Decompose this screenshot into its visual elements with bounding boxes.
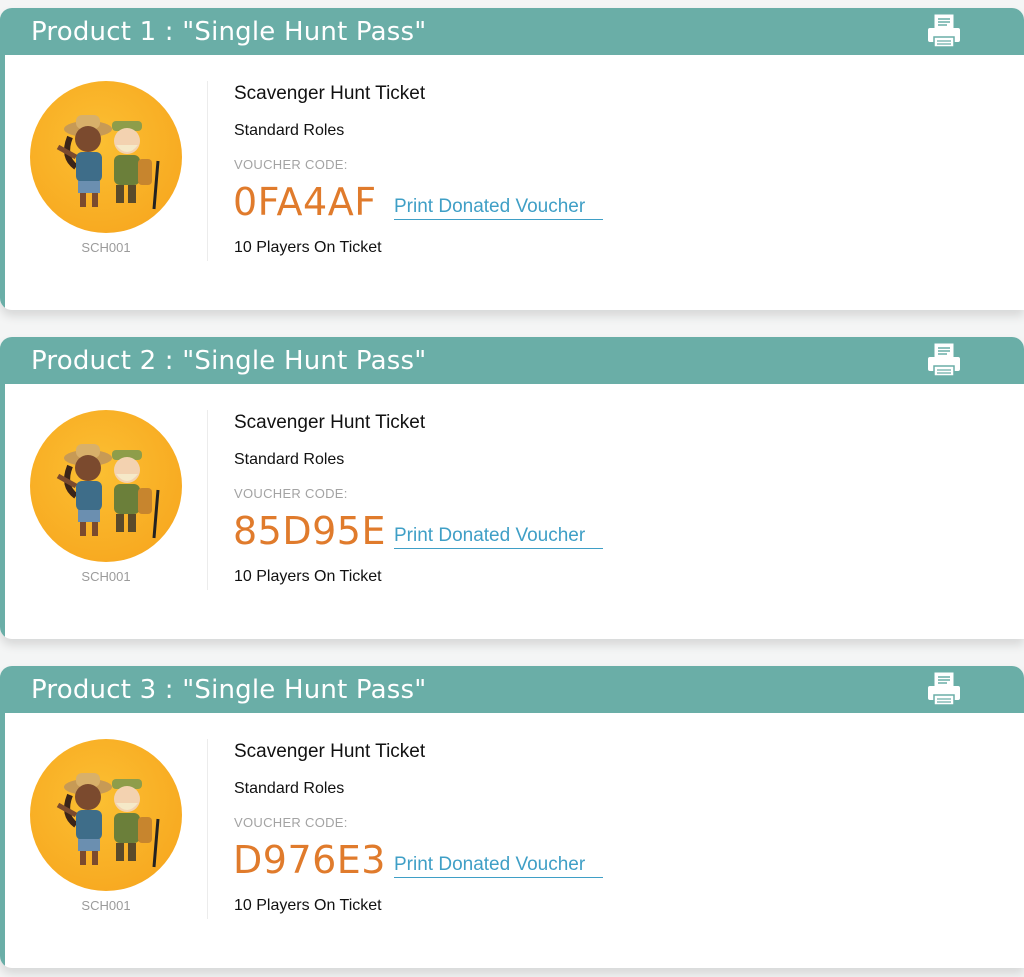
voucher-label: VOUCHER CODE: [234,815,348,830]
product-header: Product 3 : "Single Hunt Pass" [0,666,1024,713]
printer-icon[interactable] [926,14,962,48]
ticket-name: Scavenger Hunt Ticket [234,412,426,433]
print-voucher-link[interactable]: Print Donated Voucher [394,524,604,549]
ticket-roles: Standard Roles [234,451,345,468]
divider [207,739,208,919]
players-count: 10 Players On Ticket [234,897,382,914]
ticket-name: Scavenger Hunt Ticket [234,741,426,762]
product-card: Product 2 : "Single Hunt Pass" SCH001 Sc… [0,337,1024,639]
product-sku: SCH001 [81,240,131,255]
players-count: 10 Players On Ticket [234,568,382,585]
voucher-code: D976E3 [233,838,386,882]
product-header: Product 1 : "Single Hunt Pass" [0,8,1024,55]
product-sku: SCH001 [81,898,131,913]
voucher-label: VOUCHER CODE: [234,157,348,172]
voucher-code: 0FA4AF [233,180,377,224]
ticket-roles: Standard Roles [234,780,345,797]
product-card: Product 3 : "Single Hunt Pass" SCH001 Sc… [0,666,1024,968]
voucher-code: 85D95E [233,509,386,553]
printer-icon[interactable] [926,672,962,706]
product-sku: SCH001 [81,569,131,584]
ticket-name: Scavenger Hunt Ticket [234,83,426,104]
product-header: Product 2 : "Single Hunt Pass" [0,337,1024,384]
explorers-avatar [30,739,182,891]
print-voucher-link[interactable]: Print Donated Voucher [394,195,604,220]
divider [207,81,208,261]
printer-icon[interactable] [926,343,962,377]
explorers-avatar [30,81,182,233]
explorers-avatar [30,410,182,562]
voucher-label: VOUCHER CODE: [234,486,348,501]
product-title: Product 2 : "Single Hunt Pass" [31,346,427,376]
product-card: Product 1 : "Single Hunt Pass" SCH001 Sc… [0,8,1024,310]
divider [207,410,208,590]
product-title: Product 1 : "Single Hunt Pass" [31,17,427,47]
players-count: 10 Players On Ticket [234,239,382,256]
product-title: Product 3 : "Single Hunt Pass" [31,675,427,705]
print-voucher-link[interactable]: Print Donated Voucher [394,853,604,878]
ticket-roles: Standard Roles [234,122,345,139]
